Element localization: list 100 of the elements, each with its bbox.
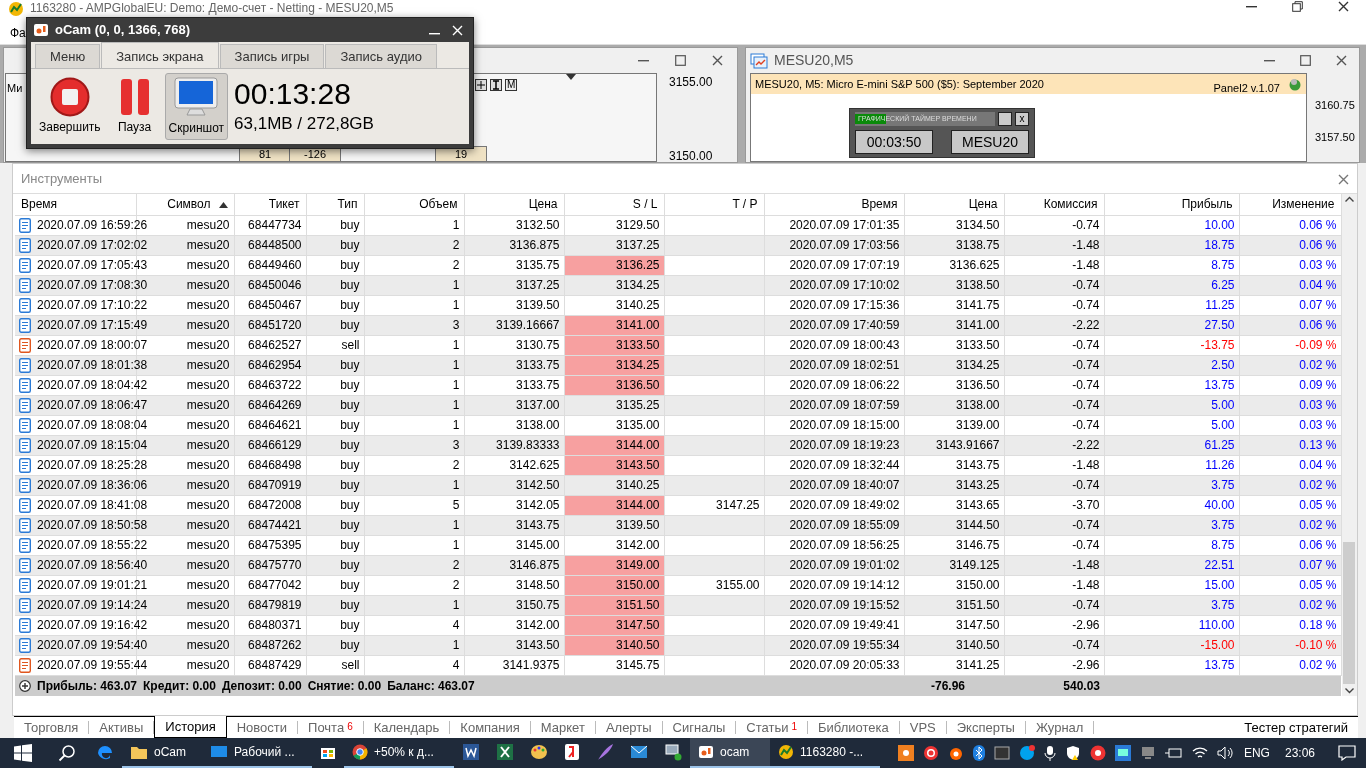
table-cell: 68449460	[234, 255, 306, 275]
table-cell: 3138.00	[464, 415, 564, 435]
table-cell: 2	[364, 255, 464, 275]
open-time: 2020.07.09 19:16:42	[37, 617, 148, 634]
taskbar-button[interactable]: +50% к д...	[344, 738, 454, 768]
table-cell: buy	[306, 375, 364, 395]
total-commission: -76.96	[929, 677, 966, 695]
open-time: 2020.07.09 19:54:40	[37, 637, 148, 654]
tab[interactable]: Эксперты	[946, 721, 1026, 734]
tab[interactable]: Журнал	[1025, 721, 1095, 734]
open-time: 2020.07.09 17:10:22	[37, 297, 148, 314]
table-cell: 68468498	[234, 455, 306, 475]
open-time: 2020.07.09 18:06:47	[37, 397, 148, 414]
taskbar-label: ocam	[720, 744, 750, 761]
table-cell: 1	[364, 295, 464, 315]
tab[interactable]: Запись экрана	[101, 42, 219, 68]
table-cell: buy	[306, 615, 364, 635]
table-cell: 0.05 %	[1239, 575, 1341, 595]
open-time: 2020.07.09 18:08:04	[37, 417, 148, 434]
table-cell: 13.75	[1104, 375, 1239, 395]
window-title: 1163280 - AMPGlobalEU: Demo: Демо-счет - Netting - MESU20,M5	[30, 1, 394, 15]
summary-item: Снятие: 0.00	[307, 677, 382, 695]
tab[interactable]: Библиотека	[808, 721, 900, 734]
taskbar-button[interactable]: oCam	[122, 738, 202, 768]
tab[interactable]: Новости	[226, 721, 299, 734]
taskbar-button[interactable]: 1163280 -...	[770, 738, 880, 768]
toolbar-button[interactable]: M	[505, 79, 518, 91]
column-header[interactable]: Время	[764, 194, 904, 215]
tab[interactable]: Календарь	[363, 721, 451, 734]
open-time: 2020.07.09 17:08:30	[37, 277, 148, 294]
tab[interactable]: Статьи 1	[736, 721, 809, 734]
screenshot-button[interactable]: Скриншот	[164, 73, 229, 140]
table-cell: 3133.50	[904, 335, 1004, 355]
column-header[interactable]: Объем	[364, 194, 464, 215]
table-cell: sell	[306, 335, 364, 355]
table-cell: 3147.50	[904, 615, 1004, 635]
table-cell: 3146.75	[904, 535, 1004, 555]
column-header[interactable]: Символ	[136, 194, 234, 215]
menu-item[interactable]: Фа	[10, 24, 26, 42]
price-label: 3160.75	[1315, 98, 1355, 113]
table-cell: 68462527	[234, 335, 306, 355]
taskbar-button[interactable]: Рабочий ...	[202, 738, 312, 768]
tab[interactable]: Торговля	[14, 721, 90, 734]
table-cell: 1	[364, 415, 464, 435]
tab[interactable]: Маркет	[530, 721, 596, 734]
timer-display: 00:03:50	[855, 130, 933, 154]
table-cell: 3136.50	[904, 375, 1004, 395]
open-time: 2020.07.09 17:02:02	[37, 237, 148, 254]
taskbar-label: +50% к д...	[374, 744, 434, 761]
column-header[interactable]: Тип	[306, 194, 364, 215]
table-cell: -0.74	[1004, 535, 1104, 555]
clock[interactable]: 23:06	[1284, 744, 1315, 762]
panel-version: Panel2 v.1.07	[1213, 80, 1280, 96]
table-cell: 13.75	[1104, 655, 1239, 675]
tab[interactable]: Запись игры	[219, 44, 325, 68]
column-header[interactable]: T / P	[664, 194, 764, 215]
table-cell: 68475395	[234, 535, 306, 555]
column-header[interactable]: Прибыль	[1104, 194, 1239, 215]
table-cell: 68477042	[234, 575, 306, 595]
tab[interactable]: Сигналы	[662, 721, 737, 734]
tab[interactable]: VPS	[899, 721, 947, 734]
tab[interactable]: История	[154, 716, 227, 738]
table-cell: 2020.07.09 19:14:12	[764, 575, 904, 595]
column-header[interactable]: Время	[15, 194, 136, 215]
table-cell: 2020.07.09 20:05:33	[764, 655, 904, 675]
table-cell: 3145.00	[464, 535, 564, 555]
file-size: 63,1MB / 272,8GB	[234, 112, 374, 135]
summary-item: Кредит: 0.00	[143, 677, 216, 695]
table-cell: 3143.65	[904, 495, 1004, 515]
table-cell: -13.75	[1104, 335, 1239, 355]
table-cell: 0.18 %	[1239, 615, 1341, 635]
table-cell: 2020.07.09 19:49:41	[764, 615, 904, 635]
table-cell: -0.74	[1004, 415, 1104, 435]
tab[interactable]: Почта 6	[298, 721, 364, 734]
column-header[interactable]: Цена	[464, 194, 564, 215]
symbol-button[interactable]: MESU20	[951, 130, 1029, 154]
table-cell: 3141.25	[904, 655, 1004, 675]
column-header[interactable]: Изменение	[1239, 194, 1341, 215]
stop-button[interactable]: Завершить	[35, 74, 105, 139]
tab[interactable]: Компания	[450, 721, 531, 734]
pause-button[interactable]: Пауза	[110, 74, 159, 139]
language-indicator[interactable]: ENG	[1243, 744, 1270, 762]
table-cell: 3148.50	[464, 575, 564, 595]
column-header[interactable]: Цена	[904, 194, 1004, 215]
column-header[interactable]: S / L	[564, 194, 664, 215]
strategy-tester-tab[interactable]: Тестер стратегий	[1234, 721, 1358, 734]
column-header[interactable]: Комиссия	[1004, 194, 1104, 215]
taskbar-button[interactable]: ocam	[690, 738, 770, 768]
table-cell: 3139.50	[464, 295, 564, 315]
table-cell: 2	[364, 575, 464, 595]
column-header[interactable]: Тикет	[234, 194, 306, 215]
tab[interactable]: Меню	[35, 44, 101, 68]
table-cell: buy	[306, 575, 364, 595]
chart-label: Ми	[7, 81, 23, 96]
tab[interactable]: Запись аудио	[325, 44, 437, 68]
tab[interactable]: Алерты	[595, 721, 663, 734]
table-cell: buy	[306, 215, 364, 235]
panel-close-button[interactable]: x	[1015, 112, 1029, 126]
taskbar-label: 1163280 -...	[800, 744, 864, 761]
open-time: 2020.07.09 19:14:24	[37, 597, 148, 614]
